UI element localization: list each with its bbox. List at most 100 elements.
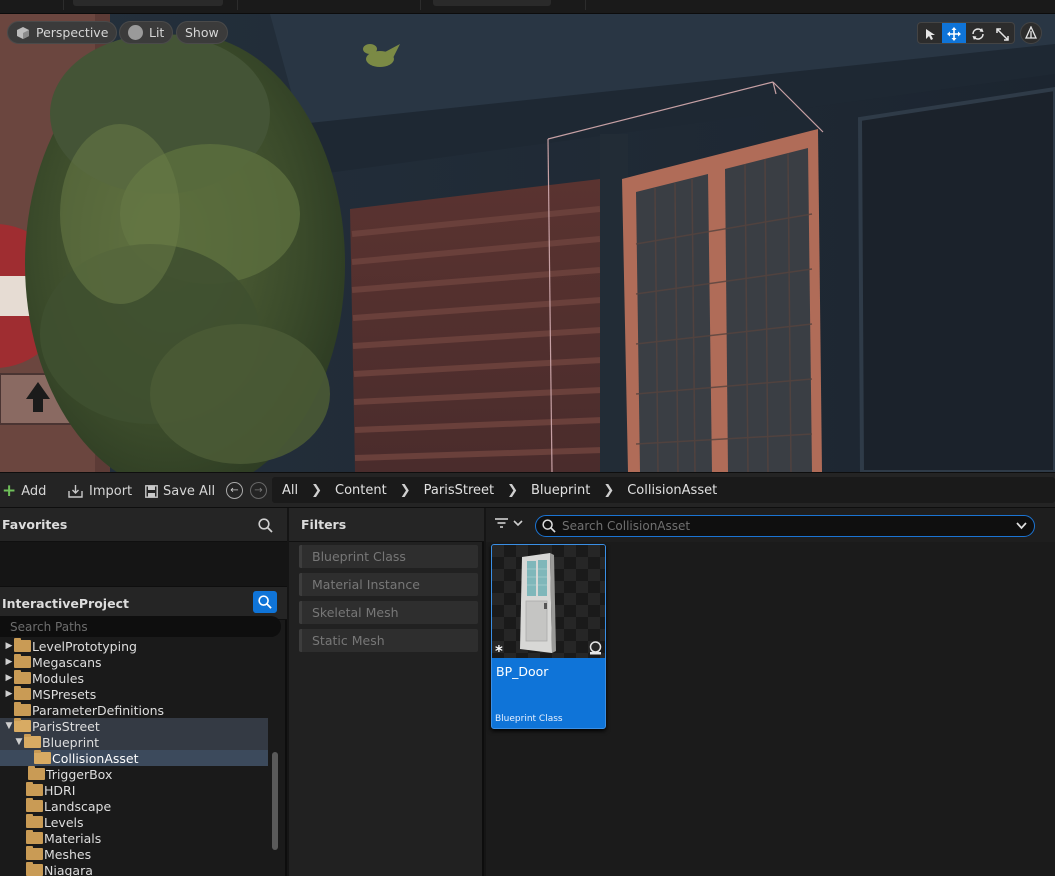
perspective-button[interactable]: Perspective (7, 21, 118, 44)
tree-item-materials[interactable]: Materials (0, 830, 268, 846)
breadcrumb-all[interactable]: All (282, 483, 298, 498)
filter-label: Static Mesh (312, 633, 385, 648)
toolbar-field[interactable] (433, 0, 551, 6)
toolbar-field[interactable] (73, 0, 223, 6)
tree-item-label: Niagara (44, 862, 93, 876)
tree-item-label: Blueprint (42, 734, 100, 750)
breadcrumb-parisstreet[interactable]: ParisStreet (424, 483, 494, 498)
scale-tool[interactable] (990, 23, 1014, 43)
tree-item-parisstreet[interactable]: ▼ ParisStreet (0, 718, 268, 734)
chevron-right-icon[interactable]: ❯ (400, 483, 411, 498)
save-all-button[interactable]: Save All (145, 482, 215, 500)
folder-icon (14, 638, 31, 652)
chevron-down-icon[interactable] (1016, 522, 1027, 530)
expand-arrow-icon[interactable]: ▶ (4, 641, 14, 651)
tree-item-triggerbox[interactable]: TriggerBox (0, 766, 268, 782)
tree-item-label: Landscape (44, 798, 112, 814)
door-panel-left (636, 174, 712, 472)
top-toolbar-strip (0, 0, 1055, 14)
asset-tile-bp-door[interactable]: * BP_Door Blueprint Class (491, 544, 606, 729)
tree-item-mspresets[interactable]: ▶ MSPresets (0, 686, 268, 702)
filter-static-mesh[interactable]: Static Mesh (299, 629, 478, 652)
breadcrumb: All ❯ Content ❯ ParisStreet ❯ Blueprint … (272, 477, 1055, 503)
tree-item-label: TriggerBox (46, 766, 113, 782)
tree-item-label: ParisStreet (32, 718, 100, 734)
filter-skeletal-mesh[interactable]: Skeletal Mesh (299, 601, 478, 624)
rotate-icon (972, 28, 984, 40)
collapse-arrow-icon[interactable]: ▼ (4, 721, 14, 731)
chevron-right-icon[interactable]: ❯ (603, 483, 614, 498)
folder-icon (14, 654, 31, 668)
surface-snap-icon (1024, 26, 1038, 39)
tree-item-niagara[interactable]: Niagara (0, 862, 268, 876)
save-all-label: Save All (163, 483, 216, 499)
collapse-arrow-icon[interactable]: ▼ (14, 737, 24, 747)
favorites-title: Favorites (2, 517, 68, 532)
breadcrumb-collisionasset[interactable]: CollisionAsset (627, 483, 717, 498)
filter-dropdown-button[interactable] (494, 517, 523, 529)
asset-name: BP_Door (496, 664, 549, 679)
tree-item-parameterdefinitions[interactable]: ParameterDefinitions (0, 702, 268, 718)
search-paths-input[interactable]: Search Paths (0, 616, 281, 637)
tree-item-landscape[interactable]: Landscape (0, 798, 268, 814)
expand-arrow-icon[interactable]: ▶ (4, 673, 14, 683)
chevron-down-icon (513, 519, 523, 526)
folder-icon (26, 830, 43, 844)
tree-item-meshes[interactable]: Meshes (0, 846, 268, 862)
filters-panel: Filters Blueprint Class Material Instanc… (289, 508, 484, 876)
tree-scrollbar[interactable] (272, 752, 278, 850)
tree-item-label: CollisionAsset (52, 750, 139, 766)
add-button[interactable]: + Add (2, 482, 46, 500)
perspective-cube-icon (17, 26, 29, 39)
import-icon (68, 485, 83, 498)
history-back-button[interactable]: ← (226, 482, 243, 499)
tree-item-levels[interactable]: Levels (0, 814, 268, 830)
tree-item-label: LevelPrototyping (32, 638, 137, 654)
lit-button[interactable]: Lit (119, 21, 174, 44)
level-viewport[interactable]: Perspective Lit Show (0, 14, 1055, 472)
folder-open-icon (24, 734, 41, 748)
asset-type: Blueprint Class (495, 714, 563, 724)
asset-search-input[interactable]: Search CollisionAsset (535, 515, 1035, 537)
tree-item-levelprototyping[interactable]: ▶ LevelPrototyping (0, 638, 268, 654)
toolbar-separator (585, 0, 586, 10)
chevron-right-icon[interactable]: ❯ (507, 483, 518, 498)
toolbar-separator (63, 0, 64, 10)
expand-arrow-icon[interactable]: ▶ (4, 689, 14, 699)
filter-lines-icon (495, 518, 508, 528)
import-button[interactable]: Import (68, 482, 132, 500)
tree-item-label: Modules (32, 670, 84, 686)
history-forward-button[interactable]: → (250, 482, 267, 499)
project-header[interactable]: InteractiveProject (0, 586, 287, 620)
favorites-header[interactable]: Favorites (0, 508, 287, 542)
import-label: Import (89, 483, 133, 499)
chevron-right-icon[interactable]: ❯ (311, 483, 322, 498)
move-arrows-icon (947, 27, 961, 41)
toolbar-separator (237, 0, 238, 10)
filter-blueprint-class[interactable]: Blueprint Class (299, 545, 478, 568)
filter-material-instance[interactable]: Material Instance (299, 573, 478, 596)
door-panel-right (725, 148, 812, 472)
select-tool[interactable] (918, 23, 942, 43)
tree-item-hdri[interactable]: HDRI (0, 782, 268, 798)
rotate-tool[interactable] (966, 23, 990, 43)
project-search-button[interactable] (253, 591, 277, 613)
favorites-list (0, 542, 287, 586)
tree-item-megascans[interactable]: ▶ Megascans (0, 654, 268, 670)
tree-item-blueprint[interactable]: ▼ Blueprint (0, 734, 268, 750)
filter-label: Blueprint Class (312, 549, 406, 564)
folder-icon (26, 862, 43, 876)
tree-item-modules[interactable]: ▶ Modules (0, 670, 268, 686)
breadcrumb-blueprint[interactable]: Blueprint (531, 483, 590, 498)
tree-item-label: MSPresets (32, 686, 97, 702)
move-tool[interactable] (942, 23, 966, 43)
search-icon[interactable] (258, 518, 273, 533)
tree-item-collisionasset[interactable]: CollisionAsset (0, 750, 268, 766)
show-button[interactable]: Show (176, 21, 228, 44)
surface-snap-button[interactable] (1020, 22, 1042, 44)
expand-arrow-icon[interactable]: ▶ (4, 657, 14, 667)
filter-label: Skeletal Mesh (312, 605, 399, 620)
unreal-editor-window: Perspective Lit Show + Add Import Save A… (0, 0, 1055, 876)
toolbar-separator (420, 0, 421, 10)
breadcrumb-content[interactable]: Content (335, 483, 387, 498)
